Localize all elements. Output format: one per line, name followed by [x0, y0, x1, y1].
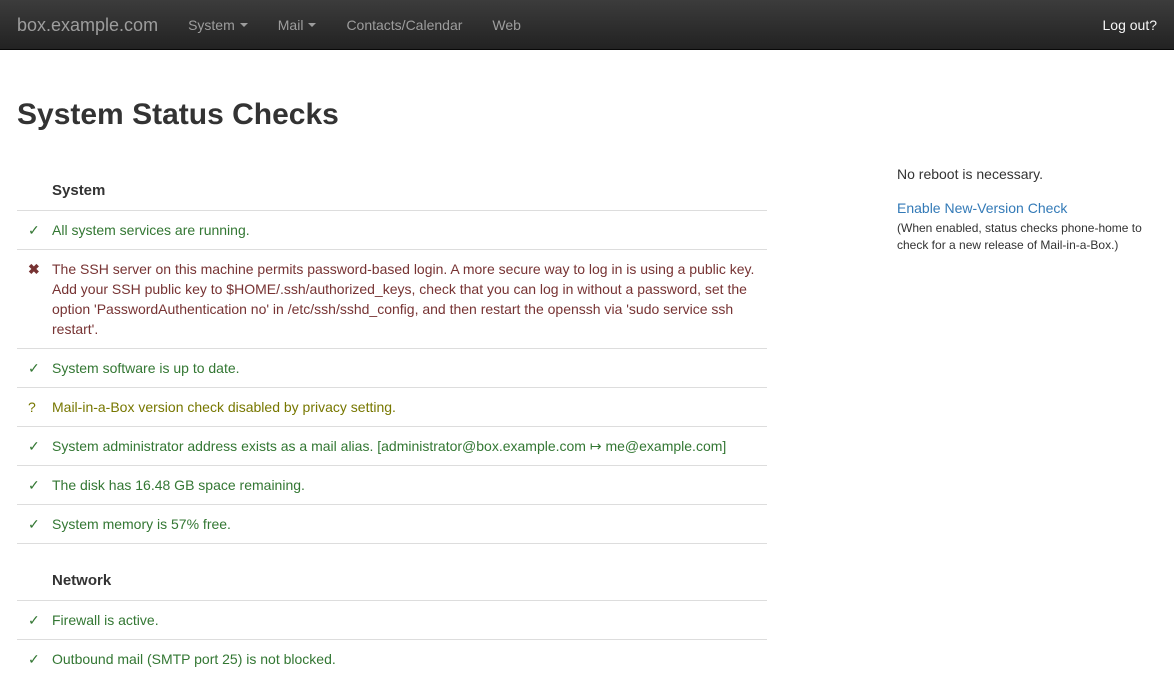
nav-item-label: Contacts/Calendar: [346, 15, 462, 35]
nav-item-web[interactable]: Web: [477, 0, 536, 49]
logout-link[interactable]: Log out?: [1103, 17, 1158, 33]
status-check-text: Outbound mail (SMTP port 25) is not bloc…: [52, 649, 767, 669]
status-check-row: ✓System administrator address exists as …: [17, 427, 767, 466]
status-ok-icon: ✓: [17, 358, 52, 378]
section-heading-system: System: [17, 158, 767, 211]
nav-item-label: Mail: [278, 15, 304, 35]
section-heading-network: Network: [17, 544, 767, 601]
status-checks-table: System✓All system services are running.✖…: [17, 158, 767, 675]
enable-version-check-link[interactable]: Enable New-Version Check: [897, 198, 1067, 218]
status-error-icon: ✖: [17, 259, 52, 339]
nav-item-contacts-calendar[interactable]: Contacts/Calendar: [331, 0, 477, 49]
status-check-row: ✖The SSH server on this machine permits …: [17, 250, 767, 349]
nav-item-label: System: [188, 15, 235, 35]
navbar-menu: System Mail Contacts/Calendar Web: [173, 0, 536, 49]
status-ok-icon: ✓: [17, 514, 52, 534]
status-ok-icon: ✓: [17, 649, 52, 669]
status-check-text: Mail-in-a-Box version check disabled by …: [52, 397, 767, 417]
nav-item-mail[interactable]: Mail: [263, 0, 332, 49]
page-title: System Status Checks: [17, 98, 1157, 132]
status-check-row: ✓All system services are running.: [17, 211, 767, 250]
page-container: System Status Checks System✓All system s…: [2, 98, 1172, 675]
navbar-brand[interactable]: box.example.com: [17, 15, 158, 35]
chevron-down-icon: [240, 23, 248, 27]
status-ok-icon: ✓: [17, 610, 52, 630]
status-check-row: ✓The disk has 16.48 GB space remaining.: [17, 466, 767, 505]
reboot-status-text: No reboot is necessary.: [897, 164, 1159, 184]
status-check-row: ✓Outbound mail (SMTP port 25) is not blo…: [17, 640, 767, 675]
chevron-down-icon: [308, 23, 316, 27]
status-check-row: ✓System software is up to date.: [17, 349, 767, 388]
status-check-text: System memory is 57% free.: [52, 514, 767, 534]
status-check-text: The SSH server on this machine permits p…: [52, 259, 767, 339]
status-ok-icon: ✓: [17, 220, 52, 240]
nav-item-system[interactable]: System: [173, 0, 263, 49]
navbar: box.example.com System Mail Contacts/Calen…: [0, 0, 1174, 50]
sidebar: No reboot is necessary. Enable New-Versi…: [897, 158, 1159, 254]
status-warning-icon: ?: [17, 397, 52, 417]
status-check-text: System software is up to date.: [52, 358, 767, 378]
status-check-row: ✓Firewall is active.: [17, 601, 767, 640]
status-ok-icon: ✓: [17, 475, 52, 495]
status-check-row: ?Mail-in-a-Box version check disabled by…: [17, 388, 767, 427]
status-check-text: System administrator address exists as a…: [52, 436, 767, 456]
status-check-text: Firewall is active.: [52, 610, 767, 630]
status-check-row: ✓System memory is 57% free.: [17, 505, 767, 544]
version-check-note: (When enabled, status checks phone-home …: [897, 220, 1159, 254]
status-check-text: All system services are running.: [52, 220, 767, 240]
content-row: System✓All system services are running.✖…: [17, 158, 1157, 675]
status-check-text: The disk has 16.48 GB space remaining.: [52, 475, 767, 495]
nav-item-label: Web: [492, 15, 521, 35]
navbar-inner: box.example.com System Mail Contacts/Calen…: [2, 0, 1172, 49]
status-ok-icon: ✓: [17, 436, 52, 456]
